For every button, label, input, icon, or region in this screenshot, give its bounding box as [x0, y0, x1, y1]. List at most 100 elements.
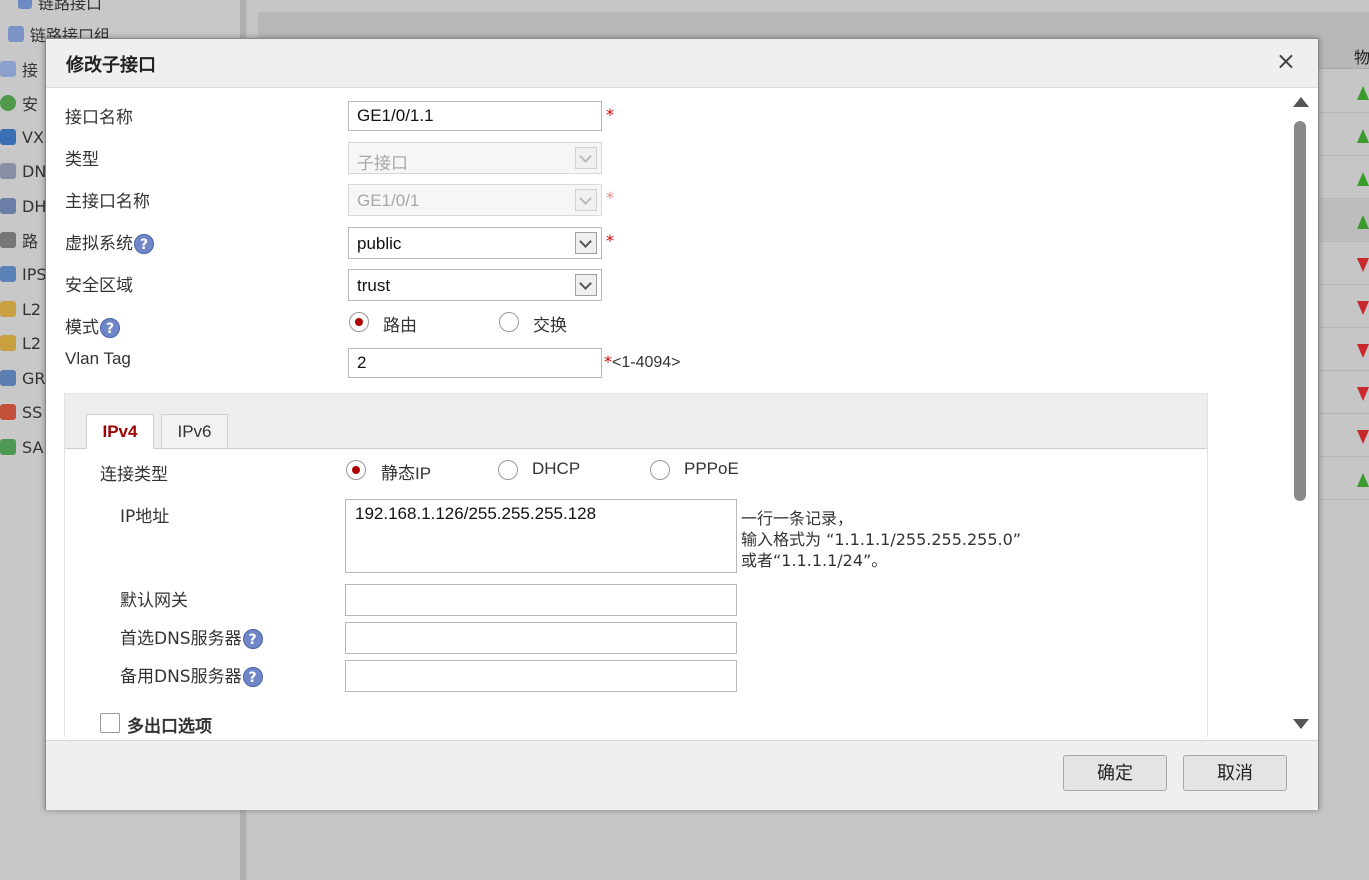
mode-label-text: 模式 — [65, 318, 99, 338]
mode-switch-radio[interactable] — [499, 312, 519, 332]
tab-ipv4[interactable]: IPv4 — [86, 414, 154, 449]
bg-sidebar-label: 链路接口 — [38, 0, 103, 13]
type-select: 子接口 — [348, 142, 602, 174]
secondary-dns-label: 备用DNS服务器? — [120, 662, 263, 687]
security-zone-select[interactable]: trust — [348, 269, 602, 301]
virtual-system-value: public — [357, 234, 402, 253]
ip-address-textarea[interactable]: 192.168.1.126/255.255.255.128 — [345, 499, 737, 573]
edit-subinterface-dialog: 修改子接口 × 接口名称 GE1/0/1.1 * 类型 子接口 主接口名称 GE… — [45, 38, 1319, 810]
bg-sidebar-item[interactable]: L2 — [0, 297, 41, 321]
dialog-scrollbar[interactable] — [1290, 93, 1310, 733]
interface-name-input[interactable]: GE1/0/1.1 — [348, 101, 602, 131]
scrollbar-thumb[interactable] — [1294, 121, 1306, 501]
scroll-down-arrow-icon[interactable] — [1293, 719, 1309, 729]
bg-sidebar-item[interactable]: SA — [0, 435, 43, 459]
vlan-tag-input[interactable]: 2 — [348, 348, 602, 378]
mode-route-label[interactable]: 路由 — [383, 311, 417, 336]
bg-sidebar-item[interactable]: SS — [0, 400, 42, 424]
cancel-button[interactable]: 取消 — [1183, 755, 1287, 791]
static-ip-radio[interactable] — [346, 460, 366, 480]
dialog-footer: 确定 取消 — [46, 740, 1318, 810]
help-icon[interactable]: ? — [242, 629, 263, 649]
bg-sidebar-item[interactable]: 路 — [0, 228, 38, 252]
router-icon — [0, 232, 16, 248]
primary-dns-input[interactable] — [345, 622, 737, 654]
primary-dns-label-text: 首选DNS服务器 — [120, 629, 242, 649]
ip-config-panel: IPv4 IPv6 连接类型 静态IP DHCP PPPoE IP地址 192.… — [64, 393, 1208, 737]
chevron-down-icon[interactable] — [575, 274, 597, 296]
close-icon[interactable]: × — [1276, 49, 1296, 73]
main-interface-value: GE1/0/1 — [357, 191, 420, 210]
help-icon[interactable]: ? — [242, 667, 263, 687]
l2tp-key-icon — [0, 335, 16, 351]
mode-route-radio[interactable] — [349, 312, 369, 332]
help-icon[interactable]: ? — [134, 234, 154, 254]
dhcp-label[interactable]: DHCP — [532, 459, 580, 479]
dialog-body: 接口名称 GE1/0/1.1 * 类型 子接口 主接口名称 GE1/0/1 * … — [50, 89, 1314, 737]
dialog-header: 修改子接口 × — [46, 39, 1318, 88]
link-up-icon — [1357, 172, 1369, 186]
bg-sidebar-item[interactable]: 链路接口 — [18, 0, 102, 14]
default-gateway-label: 默认网关 — [120, 591, 188, 611]
chevron-down-icon — [575, 147, 597, 169]
virtual-system-label-text: 虚拟系统 — [65, 234, 133, 254]
dialog-title: 修改子接口 — [66, 55, 156, 76]
ok-button[interactable]: 确定 — [1063, 755, 1167, 791]
ip-address-hint: 一行一条记录， 输入格式为 “1.1.1.1/255.255.255.0” 或者… — [741, 508, 1021, 571]
vlan-tag-range: <1-4094> — [612, 354, 681, 371]
bg-sidebar-item[interactable]: L2 — [0, 331, 41, 355]
type-label: 类型 — [65, 150, 99, 170]
bg-sidebar-label: SS — [22, 402, 43, 422]
ip-hint-line: 或者“1.1.1.1/24”。 — [741, 551, 888, 570]
interface-icon — [0, 61, 16, 77]
gre-icon — [0, 370, 16, 386]
required-mark: * — [606, 105, 614, 124]
bg-sidebar-label: 安 — [22, 95, 39, 114]
bg-sidebar-item[interactable]: DH — [0, 194, 46, 218]
multi-exit-label[interactable]: 多出口选项 — [127, 712, 212, 737]
l2tp-key-icon — [0, 301, 16, 317]
type-select-value: 子接口 — [357, 154, 408, 173]
bg-sidebar-label: VX — [22, 127, 44, 147]
static-ip-label[interactable]: 静态IP — [381, 459, 431, 484]
required-mark: * — [604, 352, 612, 371]
default-gateway-input[interactable] — [345, 584, 737, 616]
bg-sidebar-label: DH — [22, 196, 47, 216]
link-up-icon — [1357, 129, 1369, 143]
main-interface-label: 主接口名称 — [65, 192, 150, 212]
chevron-down-icon[interactable] — [575, 232, 597, 254]
security-zone-label: 安全区域 — [65, 276, 133, 296]
bg-sidebar-label: GR — [22, 368, 46, 388]
ipsec-icon — [0, 266, 16, 282]
secondary-dns-input[interactable] — [345, 660, 737, 692]
bg-sidebar-item[interactable]: 安 — [0, 91, 38, 115]
pppoe-radio[interactable] — [650, 460, 670, 480]
bg-sidebar-label: IPS — [22, 264, 47, 284]
bg-sidebar-item[interactable]: GR — [0, 366, 46, 390]
virtual-system-label: 虚拟系统? — [65, 229, 154, 254]
scroll-up-arrow-icon[interactable] — [1293, 97, 1309, 107]
virtual-system-select[interactable]: public — [348, 227, 602, 259]
tab-ipv6[interactable]: IPv6 — [161, 414, 228, 448]
dhcp-radio[interactable] — [498, 460, 518, 480]
multi-exit-checkbox[interactable] — [100, 713, 120, 733]
pppoe-label[interactable]: PPPoE — [684, 459, 739, 479]
link-up-icon — [1357, 215, 1369, 229]
bg-sidebar-label: L2 — [22, 333, 42, 353]
bg-sidebar-item[interactable]: IPS — [0, 262, 47, 286]
bg-sidebar-label: L2 — [22, 299, 42, 319]
bg-table-header-label: 物 — [1354, 48, 1369, 67]
mode-switch-label[interactable]: 交换 — [533, 311, 567, 336]
security-zone-value: trust — [357, 276, 391, 295]
ip-hint-line: 输入格式为 “1.1.1.1/255.255.255.0” — [741, 530, 1022, 549]
help-icon[interactable]: ? — [100, 318, 120, 338]
bg-sidebar-label: DN — [22, 161, 47, 181]
bg-sidebar-item[interactable]: 接 — [0, 57, 38, 81]
dhcp-icon — [0, 198, 16, 214]
bg-sidebar-item[interactable]: VX — [0, 125, 44, 149]
link-up-icon — [1357, 86, 1369, 100]
link-down-icon — [1357, 344, 1369, 358]
ssl-icon — [0, 404, 16, 420]
bg-sidebar-item[interactable]: DN — [0, 159, 46, 183]
main-interface-select: GE1/0/1 — [348, 184, 602, 216]
